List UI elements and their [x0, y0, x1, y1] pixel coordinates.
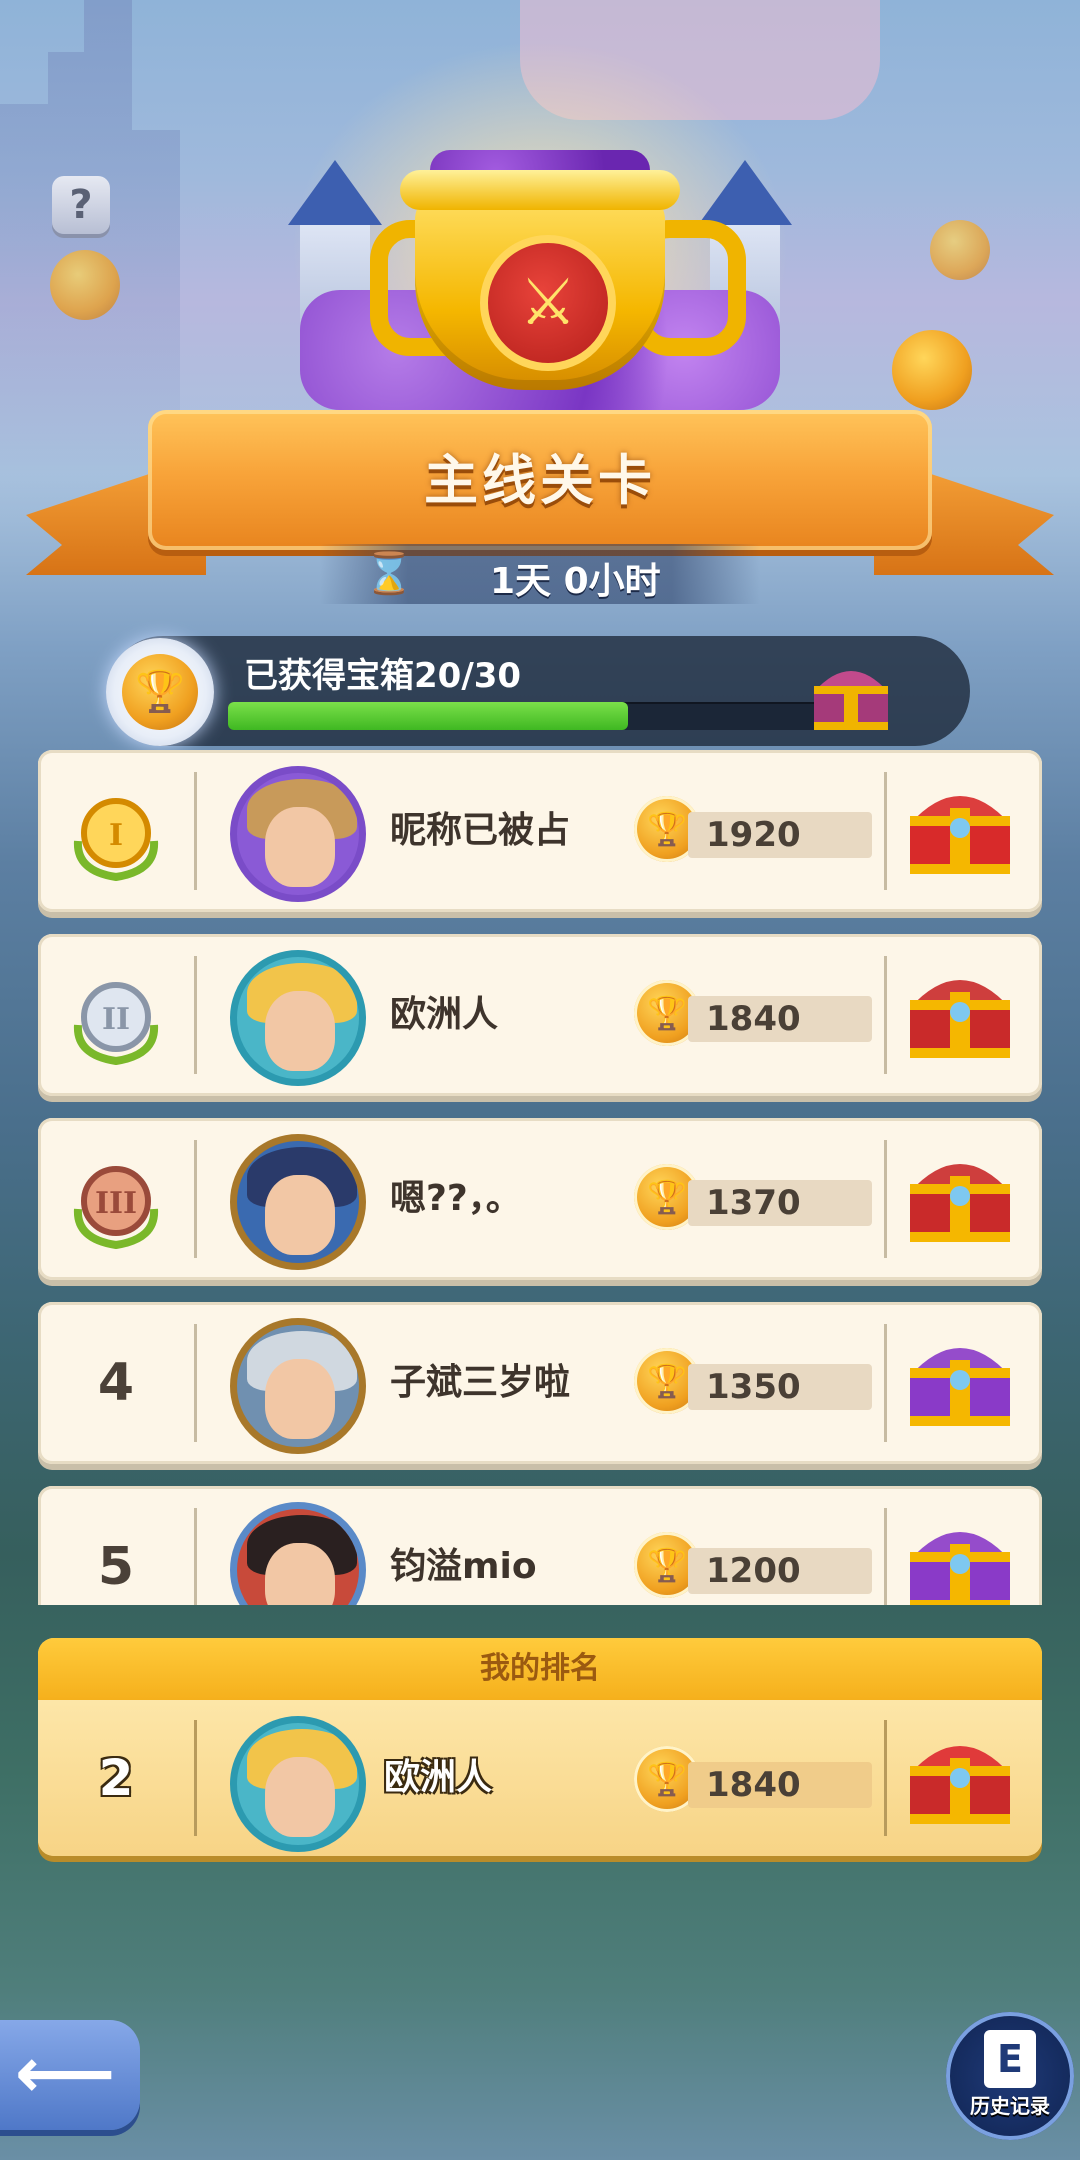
my-name: 欧洲人 — [384, 1757, 493, 1798]
rank-bronze-badge-icon: III — [73, 1166, 159, 1249]
avatar-face — [265, 1543, 335, 1605]
player-avatar[interactable] — [230, 950, 366, 1086]
svg-text:III: III — [95, 1186, 137, 1221]
player-avatar[interactable] — [230, 1318, 366, 1454]
flying-coin-right — [892, 330, 972, 410]
leaderboard-list[interactable]: I 昵称已被占 🏆 1920 II 欧洲人 🏆 1840 III 嗯??，。 🏆… — [0, 750, 1080, 1605]
rank-gold-badge-icon: I — [73, 798, 159, 881]
divider — [194, 1324, 197, 1442]
player-score: 1200 — [706, 1551, 801, 1591]
chest-red-icon[interactable] — [900, 1722, 1020, 1834]
my-avatar[interactable] — [230, 1716, 366, 1852]
chest-progress-fill — [228, 702, 629, 730]
trophy-coin-badge: 🏆 — [106, 638, 214, 746]
chest-red-icon[interactable] — [900, 1140, 1020, 1252]
chest-purple-icon[interactable] — [900, 1324, 1020, 1436]
timer-text: 1天 0小时 — [490, 561, 661, 602]
player-name: 子斌三岁啦 — [390, 1362, 571, 1403]
my-score: 1840 — [706, 1765, 801, 1805]
player-score: 1920 — [706, 815, 801, 855]
divider — [194, 956, 197, 1074]
back-arrow-icon: ⟵ — [14, 2032, 116, 2114]
divider — [194, 1140, 197, 1258]
svg-text:II: II — [102, 1002, 130, 1037]
flying-coin-left — [50, 250, 120, 320]
hourglass-icon: ⌛ — [364, 551, 414, 597]
event-timer: ⌛ 1天 0小时 — [320, 544, 760, 604]
title-ribbon: 主线关卡 — [148, 410, 932, 550]
help-button[interactable]: ? — [52, 176, 110, 234]
player-name: 钧溢mio — [390, 1546, 537, 1587]
leaderboard-row[interactable]: II 欧洲人 🏆 1840 — [38, 934, 1042, 1096]
chest-red-icon[interactable] — [900, 956, 1020, 1068]
my-rank-number: 2 — [98, 1749, 134, 1807]
leaderboard-row[interactable]: I 昵称已被占 🏆 1920 — [38, 750, 1042, 912]
player-avatar[interactable] — [230, 766, 366, 902]
flying-coin-top — [930, 220, 990, 280]
player-name: 昵称已被占 — [390, 810, 571, 851]
player-avatar[interactable] — [230, 1134, 366, 1270]
history-button[interactable]: E 历史记录 — [946, 2012, 1074, 2140]
avatar-face — [265, 1757, 335, 1837]
swords-emblem-icon: ⚔ — [480, 235, 616, 371]
player-name: 欧洲人 — [390, 994, 499, 1035]
history-label: 历史记录 — [970, 2094, 1050, 2118]
rank-silver-badge-icon: II — [73, 982, 159, 1065]
svg-text:I: I — [109, 818, 123, 853]
history-icon: E — [984, 2030, 1036, 2088]
avatar-face — [265, 991, 335, 1071]
help-icon: ? — [69, 182, 93, 228]
avatar-face — [265, 807, 335, 887]
chest-progress-bar — [228, 702, 828, 730]
avatar-face — [265, 1175, 335, 1255]
avatar-face — [265, 1359, 335, 1439]
trophy-banner-art: ⚔ — [270, 150, 810, 420]
player-score: 1350 — [706, 1367, 801, 1407]
leaderboard-row[interactable]: 5 钧溢mio 🏆 1200 — [38, 1486, 1042, 1605]
divider — [884, 1508, 887, 1605]
player-name: 嗯??，。 — [390, 1178, 522, 1219]
divider — [194, 1720, 197, 1836]
divider — [884, 772, 887, 890]
trophy-rim — [400, 170, 680, 210]
divider — [194, 772, 197, 890]
event-title: 主线关卡 — [424, 449, 656, 512]
chest-purple-icon[interactable] — [900, 1508, 1020, 1605]
my-rank-row[interactable]: 2 欧洲人 🏆 1840 — [38, 1700, 1042, 1856]
back-button[interactable]: ⟵ — [0, 2020, 140, 2130]
rank-number: 5 — [97, 1537, 135, 1597]
leaderboard-row[interactable]: 4 子斌三岁啦 🏆 1350 — [38, 1302, 1042, 1464]
chest-progress-label: 已获得宝箱20/30 — [244, 656, 522, 696]
player-score: 1370 — [706, 1183, 801, 1223]
player-avatar[interactable] — [230, 1502, 366, 1605]
chest-reward-icon[interactable] — [808, 656, 894, 736]
chest-gold-red-icon[interactable] — [900, 772, 1020, 884]
my-rank-panel: 我的排名 2 欧洲人 🏆 1840 — [38, 1638, 1042, 1856]
divider — [194, 1508, 197, 1605]
divider — [884, 1720, 887, 1836]
my-rank-header: 我的排名 — [38, 1638, 1042, 1700]
divider — [884, 956, 887, 1074]
leaderboard-row[interactable]: III 嗯??，。 🏆 1370 — [38, 1118, 1042, 1280]
divider — [884, 1140, 887, 1258]
trophy-coin-icon: 🏆 — [122, 654, 198, 730]
rank-number: 4 — [97, 1353, 135, 1413]
player-score: 1840 — [706, 999, 801, 1039]
divider — [884, 1324, 887, 1442]
